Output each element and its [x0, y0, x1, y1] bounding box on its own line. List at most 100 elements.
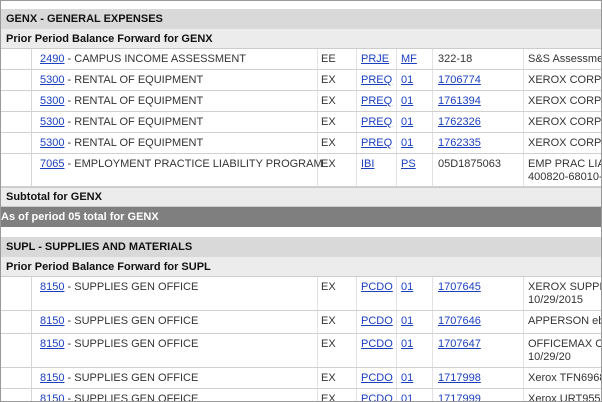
column-divider [317, 389, 318, 401]
account-code-link[interactable]: 5300 [40, 95, 64, 107]
table-row: 8150 - SUPPLIES GEN OFFICE EX PCDO 01 171799… [1, 389, 601, 402]
subcode-link[interactable]: MF [401, 53, 417, 65]
table-row: 5300 - RENTAL OF EQUIPMENT EX PREQ 01 170677… [1, 70, 601, 91]
row-gutter [1, 311, 32, 333]
account-code-link[interactable]: 8150 [40, 281, 64, 293]
column-divider [432, 112, 433, 132]
reference-text: 05D1875063 [438, 158, 502, 170]
source-code-link[interactable]: PREQ [361, 116, 392, 128]
account-code-link[interactable]: 2490 [40, 53, 64, 65]
source-code-link[interactable]: PRJE [361, 53, 389, 65]
column-divider [317, 70, 318, 90]
column-divider [356, 368, 357, 388]
subcode-link[interactable]: 01 [401, 74, 413, 86]
reference-link[interactable]: 1707646 [438, 315, 481, 327]
source-code-link[interactable]: PCDO [361, 393, 393, 401]
column-divider [523, 154, 524, 186]
account-description: - SUPPLIES GEN OFFICE [64, 315, 199, 327]
reference-cell: 1717998 [438, 372, 481, 385]
memo-text: XEROX CORPO [528, 137, 602, 149]
column-divider [317, 49, 318, 69]
table-row: 8150 - SUPPLIES GEN OFFICE EX PCDO 01 171799… [1, 368, 601, 389]
subcode-cell: 01 [401, 281, 413, 294]
memo-cell: XEROX CORPO [528, 137, 602, 150]
column-divider [396, 277, 397, 310]
subcode-link[interactable]: 01 [401, 338, 413, 350]
reference-link[interactable]: 1707647 [438, 338, 481, 350]
column-divider [432, 334, 433, 367]
source-code-link[interactable]: PREQ [361, 137, 392, 149]
section-header-supl: SUPL - SUPPLIES AND MATERIALS [1, 237, 601, 257]
source-cell: PRJE [361, 53, 389, 66]
account-code-link[interactable]: 7065 [40, 158, 64, 170]
source-code-link[interactable]: PREQ [361, 74, 392, 86]
row-gutter [1, 277, 32, 310]
account-code-link[interactable]: 5300 [40, 74, 64, 86]
source-code-link[interactable]: PCDO [361, 372, 393, 384]
reference-cell: 05D1875063 [438, 158, 501, 171]
source-code-link[interactable]: PREQ [361, 95, 392, 107]
period-total-row-genx: As of period 05 total for GENX [1, 207, 601, 227]
column-divider [356, 91, 357, 111]
memo-cell: XEROX SUPPL 10/29/2015 [528, 281, 601, 307]
account-cell: 8150 - SUPPLIES GEN OFFICE [40, 315, 198, 328]
subcode-link[interactable]: 01 [401, 393, 413, 401]
subcode-link[interactable]: 01 [401, 281, 413, 293]
reference-link[interactable]: 1717998 [438, 372, 481, 384]
account-description: - SUPPLIES GEN OFFICE [64, 338, 199, 350]
subcode-cell: 01 [401, 95, 413, 108]
reference-link[interactable]: 1762335 [438, 137, 481, 149]
column-divider [356, 311, 357, 333]
reference-link[interactable]: 1761394 [438, 95, 481, 107]
source-code-link[interactable]: IBI [361, 158, 374, 170]
account-cell: 5300 - RENTAL OF EQUIPMENT [40, 116, 203, 129]
account-code-link[interactable]: 5300 [40, 137, 64, 149]
account-code-link[interactable]: 8150 [40, 372, 64, 384]
account-description: - RENTAL OF EQUIPMENT [64, 74, 204, 86]
memo-cell: Xerox TFN6968 [528, 372, 601, 385]
subcode-link[interactable]: 01 [401, 95, 413, 107]
transaction-type: EX [321, 116, 336, 128]
table-row: 7065 - EMPLOYMENT PRACTICE LIABILITY PRO… [1, 154, 601, 187]
table-row: 5300 - RENTAL OF EQUIPMENT EX PREQ 01 176233… [1, 133, 601, 154]
subcode-link[interactable]: 01 [401, 372, 413, 384]
account-cell: 8150 - SUPPLIES GEN OFFICE [40, 281, 198, 294]
account-description: - SUPPLIES GEN OFFICE [64, 393, 199, 402]
transaction-type: EX [321, 338, 336, 350]
subcode-link[interactable]: 01 [401, 315, 413, 327]
source-cell: PREQ [361, 95, 392, 108]
subcode-link[interactable]: 01 [401, 116, 413, 128]
account-description: - RENTAL OF EQUIPMENT [64, 137, 204, 149]
section-title: GENX - GENERAL EXPENSES [6, 13, 163, 25]
reference-cell: 1707645 [438, 281, 481, 294]
account-code-link[interactable]: 8150 [40, 393, 64, 401]
source-code-link[interactable]: PCDO [361, 281, 393, 293]
account-code-link[interactable]: 5300 [40, 116, 64, 128]
source-cell: PCDO [361, 393, 393, 401]
account-description: - RENTAL OF EQUIPMENT [64, 116, 204, 128]
column-divider [523, 368, 524, 388]
column-divider [317, 112, 318, 132]
account-code-link[interactable]: 8150 [40, 315, 64, 327]
account-code-link[interactable]: 8150 [40, 338, 64, 350]
column-divider [523, 91, 524, 111]
column-divider [396, 91, 397, 111]
source-code-link[interactable]: PCDO [361, 338, 393, 350]
column-divider [396, 112, 397, 132]
reference-text: 322-18 [438, 53, 473, 65]
prior-balance-label: Prior Period Balance Forward for GENX [6, 32, 213, 45]
reference-link[interactable]: 1706774 [438, 74, 481, 86]
column-divider [356, 112, 357, 132]
account-cell: 8150 - SUPPLIES GEN OFFICE [40, 372, 198, 385]
subcode-link[interactable]: PS [401, 158, 416, 170]
column-divider [396, 49, 397, 69]
source-code-link[interactable]: PCDO [361, 315, 393, 327]
subcode-link[interactable]: 01 [401, 137, 413, 149]
row-gutter [1, 334, 32, 367]
reference-link[interactable]: 1717999 [438, 393, 481, 401]
reference-link[interactable]: 1762326 [438, 116, 481, 128]
reference-link[interactable]: 1707645 [438, 281, 481, 293]
memo-cell: XEROX CORPO [528, 74, 601, 87]
column-divider [317, 368, 318, 388]
transaction-type: EX [321, 158, 336, 170]
